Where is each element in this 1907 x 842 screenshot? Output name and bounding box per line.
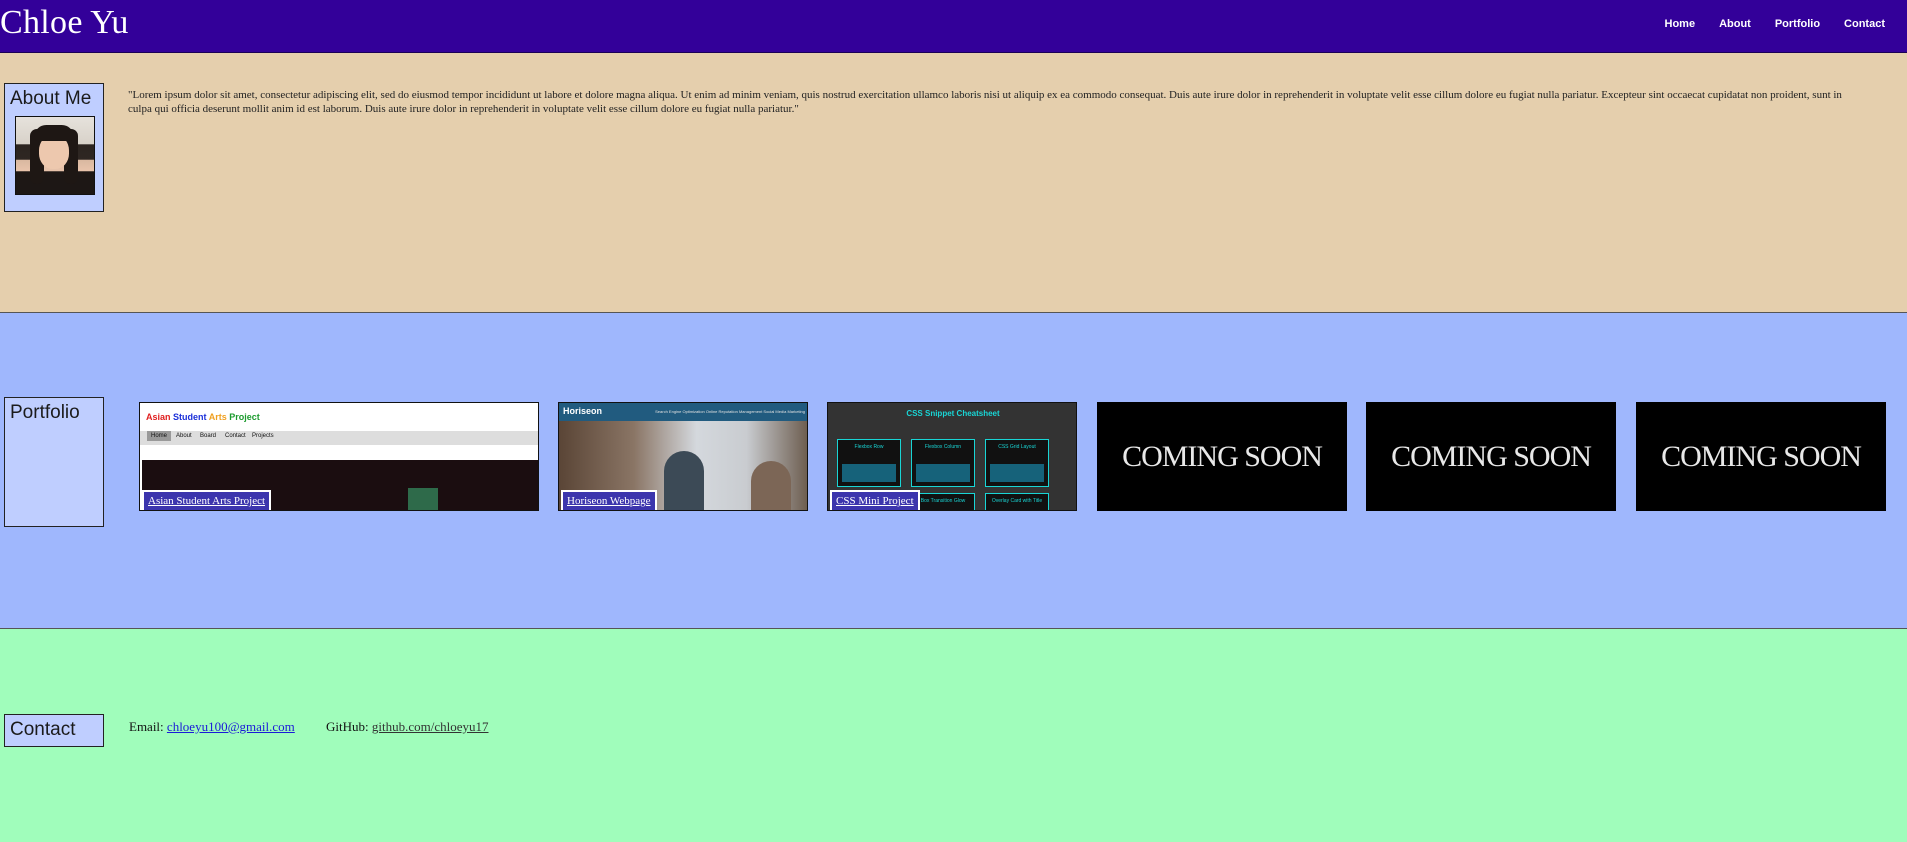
contact-section: Contact Email: chloeyu100@gmail.com GitH… (0, 629, 1907, 842)
nav-menu: Home About Portfolio Contact (1641, 18, 1886, 30)
coming-soon-card: COMING SOON (1636, 402, 1886, 511)
email-line: Email: chloeyu100@gmail.com (129, 719, 295, 735)
portfolio-heading-box: Portfolio (4, 397, 104, 527)
nav-about-link[interactable]: About (1719, 18, 1751, 30)
preview-card: Flexbox Column (911, 439, 975, 487)
preview-header: Horiseon Search Engine Optimization Onli… (559, 403, 807, 421)
coming-soon-card: COMING SOON (1097, 402, 1347, 511)
preview-title: Asian Student Arts Project (146, 412, 260, 422)
profile-photo (15, 116, 95, 195)
site-title: Chloe Yu (0, 4, 129, 41)
project-link-css-mini[interactable]: CSS Mini Project (830, 490, 920, 510)
project-link-asian-student-arts[interactable]: Asian Student Arts Project (142, 490, 272, 510)
nav-contact-link[interactable]: Contact (1844, 18, 1885, 30)
nav-home-link[interactable]: Home (1665, 18, 1696, 30)
portfolio-section: Portfolio Asian Student Arts Project Hom… (0, 313, 1907, 629)
github-link[interactable]: github.com/chloeyu17 (372, 719, 489, 734)
about-heading: About Me (10, 88, 92, 109)
about-heading-box: About Me (4, 83, 104, 212)
about-paragraph: "Lorem ipsum dolor sit amet, consectetur… (128, 89, 1842, 115)
project-card-horiseon[interactable]: Horiseon Search Engine Optimization Onli… (558, 402, 808, 511)
portfolio-heading: Portfolio (10, 402, 80, 423)
preview-card: Flexbox Row (837, 439, 901, 487)
email-label: Email: (129, 719, 164, 734)
contact-heading: Contact (10, 719, 76, 740)
preview-card: CSS Grid Layout (985, 439, 1049, 487)
project-link-horiseon[interactable]: Horiseon Webpage (561, 490, 657, 510)
preview-navbar: Home About Board Contact Projects (140, 431, 538, 445)
coming-soon-card: COMING SOON (1366, 402, 1616, 511)
email-link[interactable]: chloeyu100@gmail.com (167, 719, 295, 734)
project-card-css-mini[interactable]: CSS Snippet Cheatsheet Flexbox Row Flexb… (827, 402, 1077, 511)
preview-card: Overlay Card with Title (985, 493, 1049, 510)
top-navbar: Chloe Yu Home About Portfolio Contact (0, 0, 1907, 53)
contact-heading-box: Contact (4, 714, 104, 747)
github-line: GitHub: github.com/chloeyu17 (326, 719, 489, 735)
preview-card: Box Transition Glow (911, 493, 975, 510)
preview-title: CSS Snippet Cheatsheet (906, 409, 1000, 418)
github-label: GitHub: (326, 719, 369, 734)
nav-portfolio-link[interactable]: Portfolio (1775, 18, 1820, 30)
project-card-asian-student-arts[interactable]: Asian Student Arts Project Home About Bo… (139, 402, 539, 511)
about-section: About Me "Lorem ipsum dolor sit amet, co… (0, 53, 1907, 313)
